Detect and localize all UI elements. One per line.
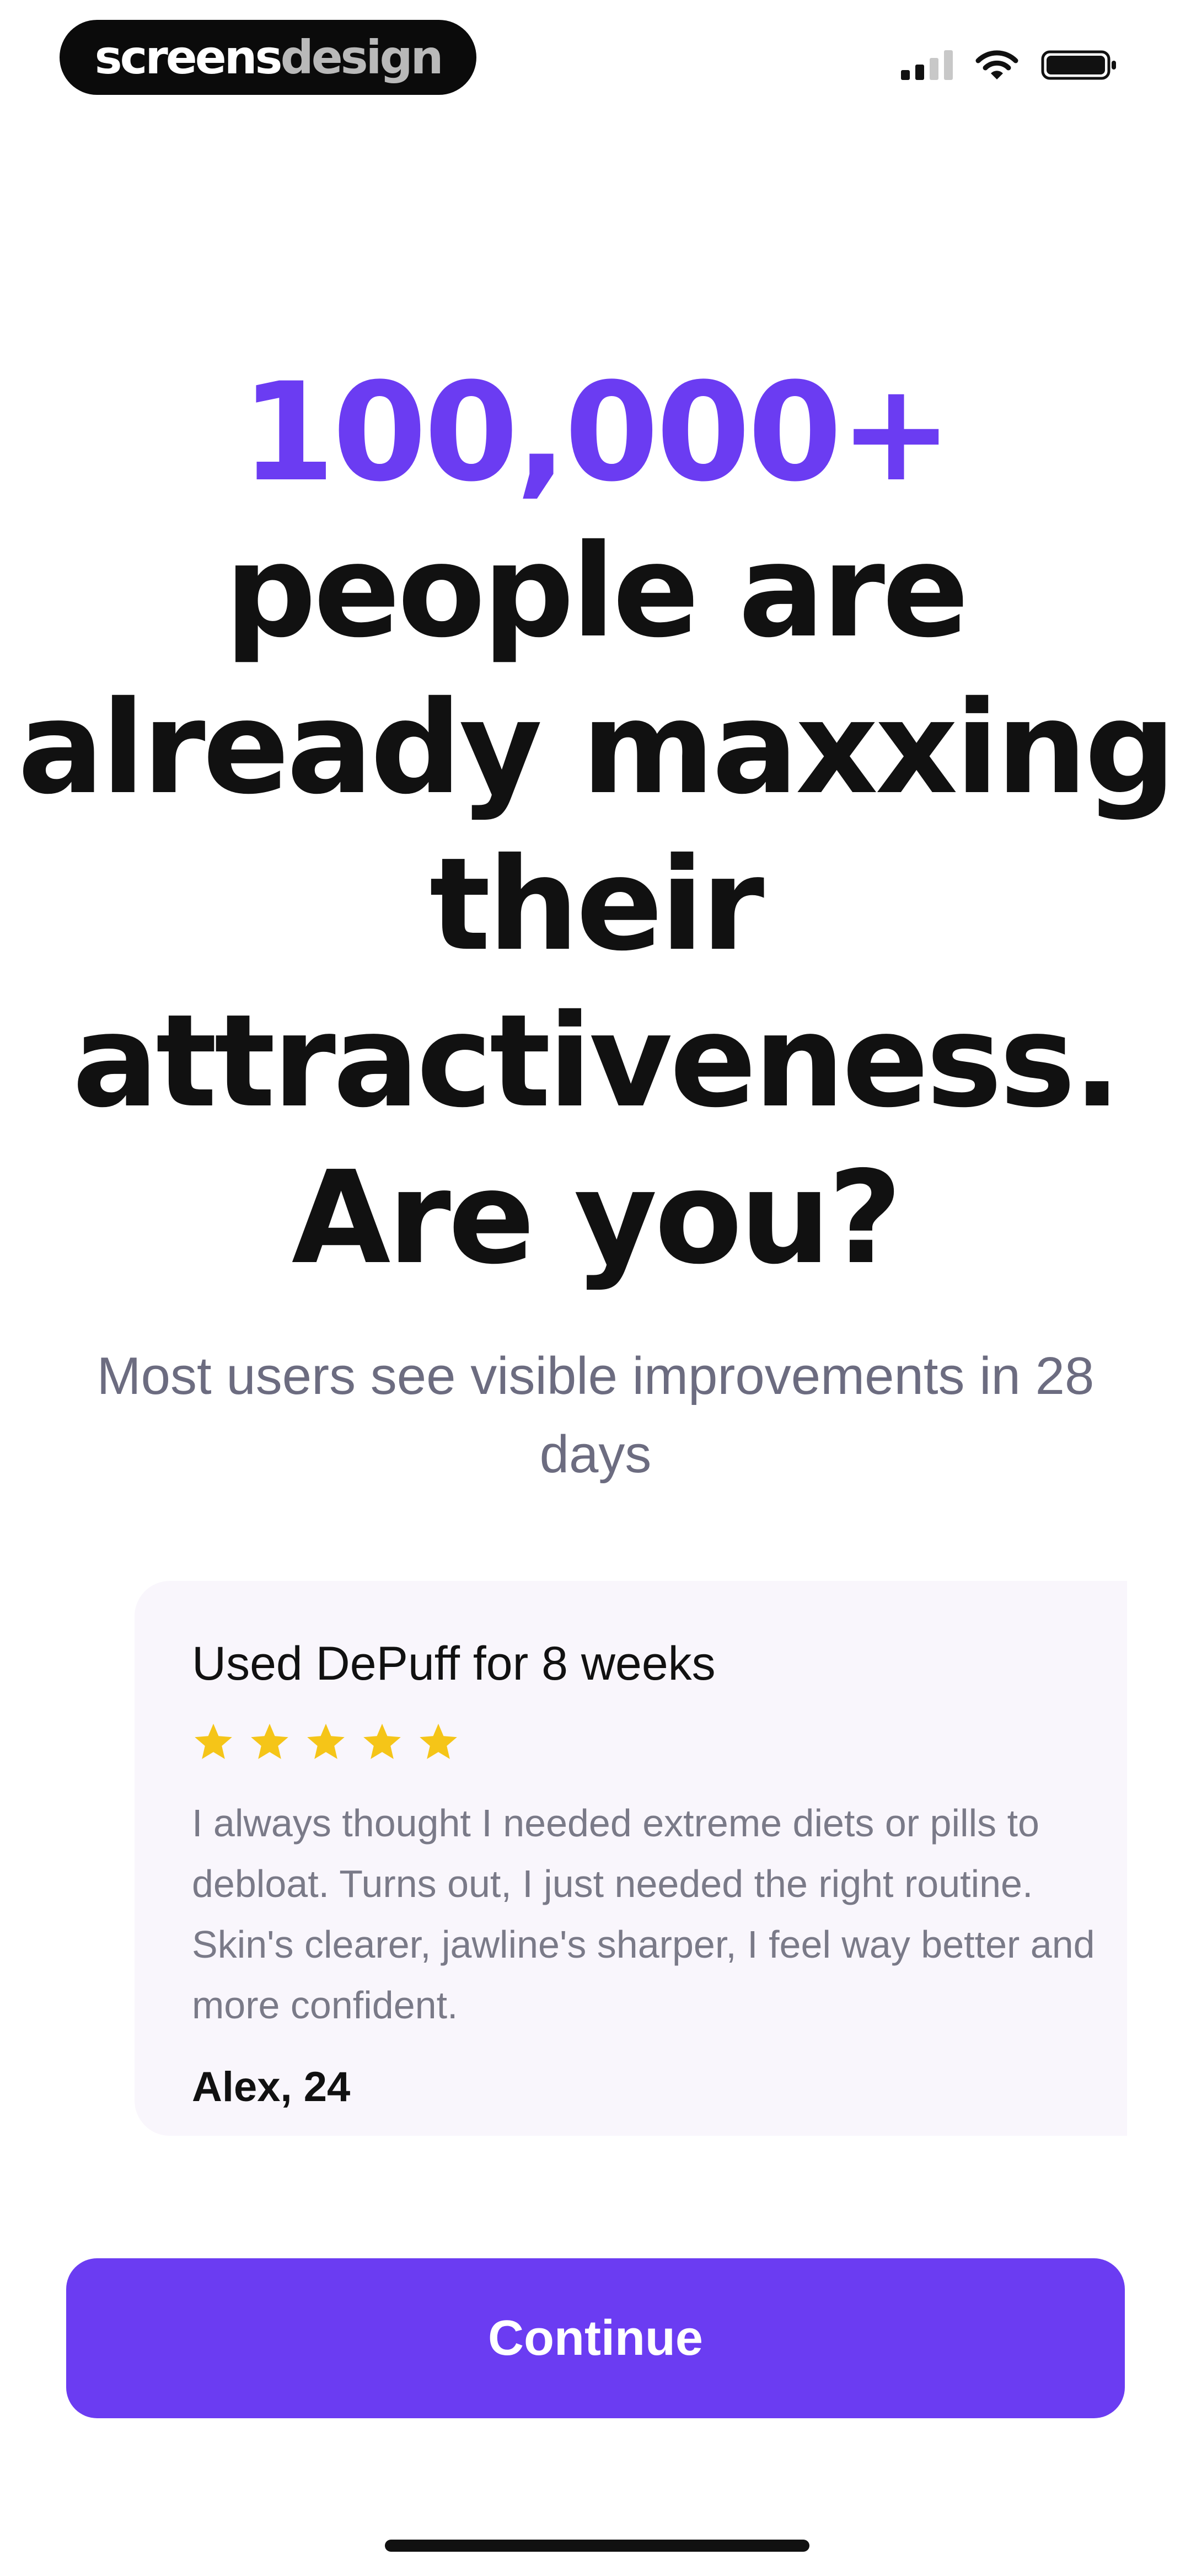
status-bar bbox=[901, 49, 1118, 82]
cellular-signal-icon bbox=[901, 50, 953, 80]
subtitle: Most users see visible improvements in 2… bbox=[96, 1346, 1095, 1484]
star-icon bbox=[251, 1723, 288, 1759]
review-card[interactable]: Used DePuff for 8 weeks I always thought… bbox=[135, 1581, 1127, 2136]
headline: 100,000+ people are already maxxing thei… bbox=[0, 353, 1191, 1296]
wifi-icon bbox=[975, 50, 1018, 79]
star-icon bbox=[307, 1723, 345, 1759]
review-body: I always thought I needed extreme diets … bbox=[192, 1802, 1095, 2027]
watermark-part1: screens bbox=[94, 30, 283, 84]
headline-line: Are you? bbox=[291, 1143, 902, 1292]
continue-button[interactable]: Continue bbox=[66, 2258, 1125, 2418]
star-icon bbox=[420, 1723, 457, 1759]
watermark-part2: design bbox=[280, 30, 444, 84]
star-icon bbox=[195, 1723, 232, 1759]
battery-icon bbox=[1041, 50, 1116, 80]
home-indicator[interactable] bbox=[385, 2540, 809, 2552]
headline-line: attractiveness. bbox=[72, 987, 1122, 1136]
star-rating bbox=[192, 1721, 1127, 1766]
headline-line: their bbox=[429, 830, 764, 979]
user-count: 100,000+ bbox=[240, 354, 953, 512]
headline-line: people are bbox=[224, 517, 969, 666]
headline-line: already maxxing bbox=[18, 674, 1176, 822]
star-icon bbox=[363, 1723, 401, 1759]
screensdesign-watermark: screens design bbox=[60, 20, 476, 95]
review-author: Alex, 24 bbox=[192, 2064, 351, 2110]
review-title: Used DePuff for 8 weeks bbox=[192, 1637, 716, 1690]
